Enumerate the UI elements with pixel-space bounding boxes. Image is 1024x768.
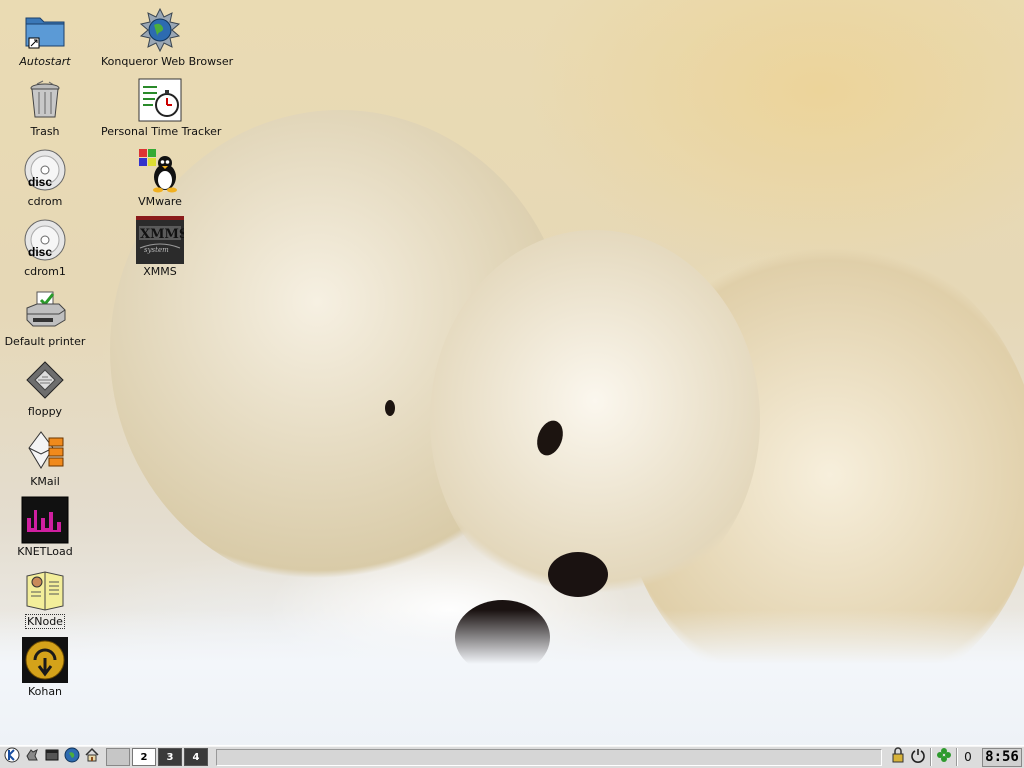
icon-label: floppy	[27, 405, 63, 418]
lock-icon	[891, 747, 905, 767]
desktop-icon-personal-time-tracker[interactable]: Personal Time Tracker	[100, 76, 222, 138]
pager-desktop-4[interactable]: 4	[184, 748, 208, 766]
icon-label: Personal Time Tracker	[101, 125, 222, 138]
home-icon	[84, 747, 100, 767]
pager-desktop-2[interactable]: 2	[132, 748, 156, 766]
xmms-icon: XMMS system	[136, 216, 184, 264]
k-menu-icon	[3, 746, 21, 768]
icon-label: cdrom	[27, 195, 63, 208]
svg-text:disc: disc	[28, 245, 52, 259]
lock-screen-button[interactable]	[888, 747, 908, 767]
folder-icon	[21, 6, 69, 54]
desktop-icon-cdrom[interactable]: disc cdrom	[0, 146, 105, 208]
power-icon	[910, 747, 926, 767]
desktop-icon-vmware[interactable]: VMware	[100, 146, 220, 208]
konqueror-launch-button[interactable]	[62, 747, 82, 767]
tray-counter: 0	[964, 750, 972, 764]
desktop-icon-kmail[interactable]: KMail	[0, 426, 105, 488]
icon-label: Konqueror Web Browser	[101, 55, 234, 68]
logout-button[interactable]	[908, 747, 928, 767]
icon-label: KNode	[25, 614, 65, 629]
desktop-icon-autostart[interactable]: Autostart	[0, 6, 105, 68]
svg-text:XMMS: XMMS	[140, 227, 184, 242]
vmware-tux-icon	[136, 146, 184, 194]
hand-icon	[24, 747, 40, 767]
clover-icon	[936, 747, 952, 767]
pager-desktop-1[interactable]	[106, 748, 130, 766]
desktop-icon-cdrom1[interactable]: disc cdrom1	[0, 216, 105, 278]
home-button[interactable]	[82, 747, 102, 767]
konqueror-globe-icon	[136, 6, 184, 54]
system-tray: 0 8:56	[888, 747, 1024, 767]
icon-label: Kohan	[27, 685, 63, 698]
svg-text:disc: disc	[28, 175, 52, 189]
icon-label: Autostart	[19, 55, 71, 68]
trash-icon	[21, 76, 69, 124]
icon-label: cdrom1	[24, 265, 66, 278]
icon-label: Default printer	[4, 335, 86, 348]
desktop-icon-kohan[interactable]: Kohan	[0, 636, 105, 698]
cdrom-icon: disc	[21, 146, 69, 194]
desktop-icon-knode[interactable]: KNode	[0, 566, 105, 629]
kohan-icon	[21, 636, 69, 684]
show-desktop-button[interactable]	[42, 747, 62, 767]
hand-tool-button[interactable]	[22, 747, 42, 767]
cdrom-icon: disc	[21, 216, 69, 264]
desktop-icon-floppy[interactable]: floppy	[0, 356, 105, 418]
desktop-icon-knetload[interactable]: KNETLoad	[0, 496, 105, 558]
klipper-button[interactable]	[934, 747, 954, 767]
desktop-icon-trash[interactable]: Trash	[0, 76, 105, 138]
kmail-icon	[21, 426, 69, 474]
floppy-icon	[21, 356, 69, 404]
svg-text:system: system	[144, 246, 169, 254]
window-icon	[44, 747, 60, 767]
icon-label: Trash	[30, 125, 60, 138]
desktop-icon-konqueror[interactable]: Konqueror Web Browser	[100, 6, 233, 68]
knode-icon	[21, 566, 69, 614]
desktop-icon-default-printer[interactable]: Default printer	[0, 286, 105, 348]
taskbar[interactable]	[216, 748, 882, 766]
tray-separator	[956, 748, 958, 766]
kde-panel: 2 3 4 0 8:56	[0, 745, 1024, 768]
k-menu-button[interactable]	[2, 747, 22, 767]
desktop-icon-xmms[interactable]: XMMS system XMMS	[100, 216, 220, 278]
icon-label: XMMS	[143, 265, 177, 278]
icon-label: KMail	[30, 475, 60, 488]
icon-label: VMware	[138, 195, 182, 208]
panel-clock[interactable]: 8:56	[982, 747, 1022, 767]
time-tracker-icon	[136, 76, 184, 124]
pager-desktop-3[interactable]: 3	[158, 748, 182, 766]
desktop-pager: 2 3 4	[106, 748, 210, 766]
icon-label: KNETLoad	[17, 545, 73, 558]
globe-icon	[64, 747, 80, 767]
printer-icon	[21, 286, 69, 334]
knetload-icon	[21, 496, 69, 544]
tray-separator	[930, 748, 932, 766]
